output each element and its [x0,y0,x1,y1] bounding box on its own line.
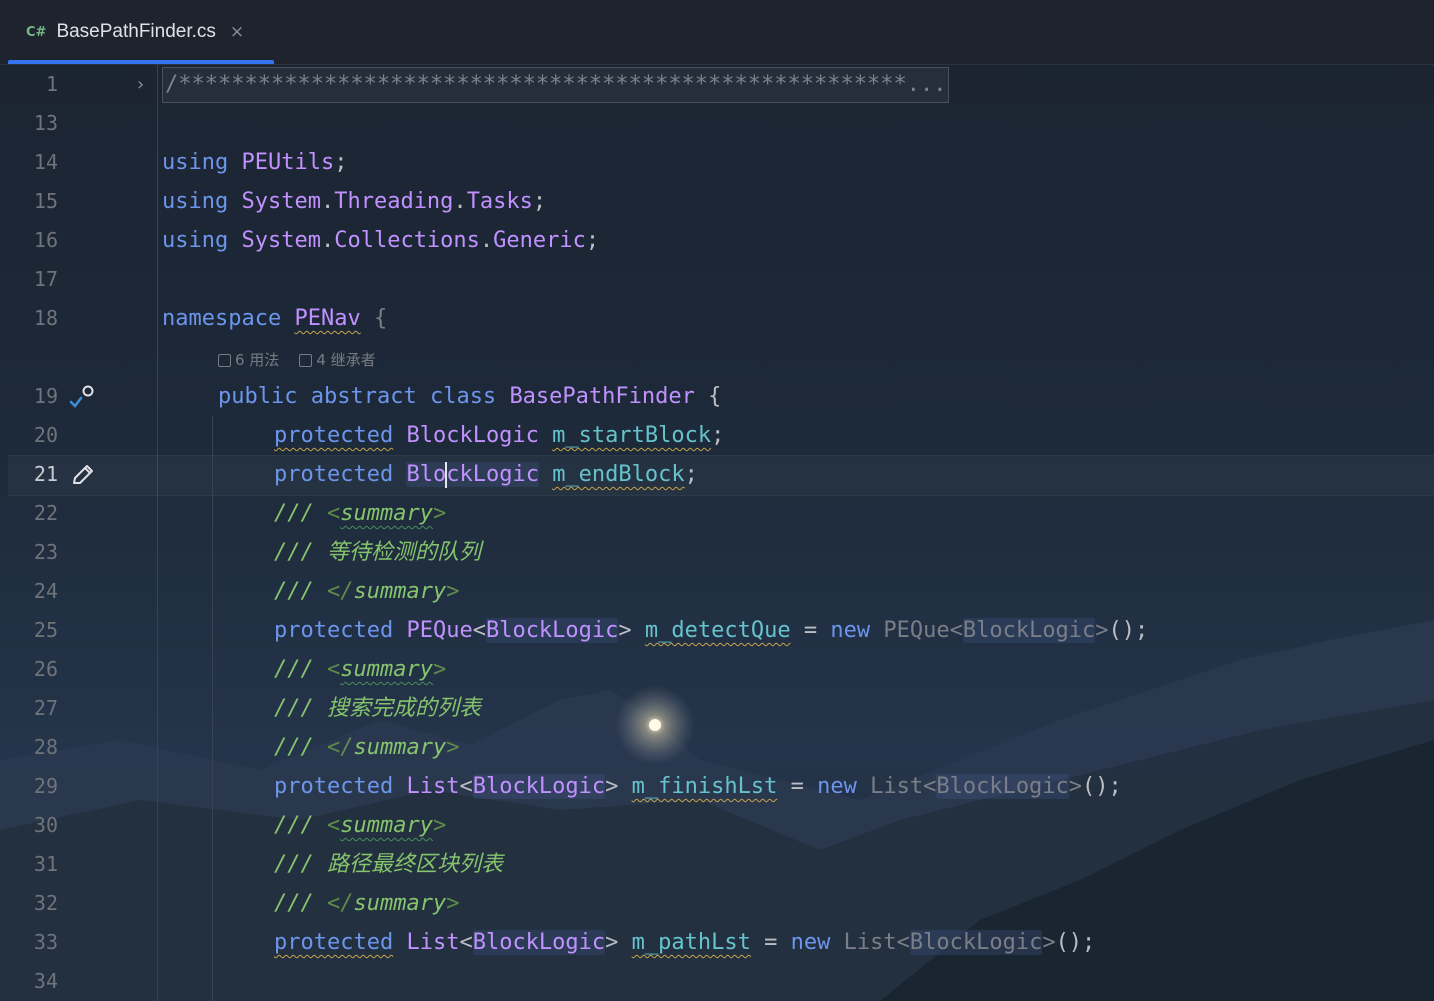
line-number: 21 [33,462,58,486]
folded-comment[interactable]: /***************************************… [162,67,950,103]
line-number: 32 [33,891,58,915]
override-marker-icon[interactable] [68,382,96,412]
line-number: 20 [33,423,58,447]
line-number: 18 [33,306,58,330]
code-text: protected PEQue<BlockLogic> m_detectQue … [274,618,1149,643]
code-line[interactable]: 19 public abstract class BasePathFinder … [0,377,1434,416]
code-line[interactable]: 15 using System.Threading.Tasks; [0,182,1434,221]
code-line[interactable]: 21 protected BlockLogic m_endBlock; [0,455,1434,494]
code-line[interactable]: 31 /// 路径最终区块列表 [0,845,1434,884]
line-number: 13 [33,111,58,135]
code-text: protected BlockLogic m_startBlock; [274,423,725,448]
tab-basepathfinder[interactable]: C# BasePathFinder.cs × [8,0,274,64]
doc-comment: /// </summary> [274,735,460,760]
highlighted-identifier: BlockLogic [406,462,539,488]
line-number: 28 [33,735,58,759]
inheritors-hint[interactable]: 4 继承者 [299,343,376,377]
line-number: 23 [33,540,58,564]
code-line[interactable]: 17 [0,260,1434,299]
code-line[interactable]: 32 /// </summary> [0,884,1434,923]
code-line[interactable]: 24 /// </summary> [0,572,1434,611]
doc-comment: /// <summary> [274,501,447,526]
code-line[interactable]: 25 protected PEQue<BlockLogic> m_detectQ… [0,611,1434,650]
doc-comment: /// 路径最终区块列表 [274,852,504,877]
code-line[interactable]: 18 namespace PENav { [0,299,1434,338]
line-number: 27 [33,696,58,720]
code-line[interactable]: 14 using PEUtils; [0,143,1434,182]
line-number: 16 [33,228,58,252]
chevron-right-icon[interactable]: › [137,65,144,104]
active-tab-indicator [8,60,274,64]
line-number: 22 [33,501,58,525]
code-line[interactable]: 1 › /***********************************… [0,65,1434,104]
code-text: public abstract class BasePathFinder { [218,384,722,409]
line-number: 14 [33,150,58,174]
doc-comment: /// <summary> [274,657,447,682]
code-text: protected List<BlockLogic> m_finishLst =… [274,774,1122,799]
doc-comment: /// 搜索完成的列表 [274,696,482,721]
line-number: 34 [33,969,58,993]
code-text: using System.Collections.Generic; [162,228,600,253]
line-number: 26 [33,657,58,681]
code-line[interactable]: 28 /// </summary> [0,728,1434,767]
code-line[interactable]: 22 /// <summary> [0,494,1434,533]
doc-comment: /// </summary> [274,579,460,604]
code-line[interactable]: 27 /// 搜索完成的列表 [0,689,1434,728]
code-text: namespace PENav { [162,306,388,331]
line-number: 29 [33,774,58,798]
code-text: using PEUtils; [162,150,348,175]
code-line[interactable]: 26 /// <summary> [0,650,1434,689]
pencil-icon[interactable] [70,462,96,488]
inheritors-icon [299,353,313,367]
csharp-file-icon: C# [26,24,47,40]
code-line[interactable]: 16 using System.Collections.Generic; [0,221,1434,260]
line-number: 1 [45,72,58,96]
code-line[interactable]: 23 /// 等待检测的队列 [0,533,1434,572]
line-number: 31 [33,852,58,876]
line-number: 17 [33,267,58,291]
code-line[interactable]: 20 protected BlockLogic m_startBlock; [0,416,1434,455]
code-text: /***************************************… [162,65,950,104]
close-icon[interactable]: × [230,22,244,42]
doc-comment: /// <summary> [274,813,447,838]
code-line[interactable]: 30 /// <summary> [0,806,1434,845]
usages-hint[interactable]: 6 用法 [218,343,279,377]
line-number: 24 [33,579,58,603]
line-number: 33 [33,930,58,954]
code-line[interactable]: 13 [0,104,1434,143]
usages-icon [218,353,231,367]
line-number: 30 [33,813,58,837]
code-text: protected List<BlockLogic> m_pathLst = n… [274,930,1096,955]
editor-tab-bar: C# BasePathFinder.cs × [0,0,1434,65]
line-number: 25 [33,618,58,642]
code-text: protected BlockLogic m_endBlock; [274,462,698,488]
doc-comment: /// 等待检测的队列 [274,540,482,565]
code-line[interactable]: 34 [0,962,1434,1001]
tab-label: BasePathFinder.cs [56,21,216,42]
doc-comment: /// </summary> [274,891,460,916]
line-number: 19 [33,384,58,408]
code-line[interactable]: 33 protected List<BlockLogic> m_pathLst … [0,923,1434,962]
code-text: using System.Threading.Tasks; [162,189,547,214]
line-number: 15 [33,189,58,213]
inlay-hints: 6 用法 4 继承者 [218,343,396,377]
code-line[interactable]: 29 protected List<BlockLogic> m_finishLs… [0,767,1434,806]
